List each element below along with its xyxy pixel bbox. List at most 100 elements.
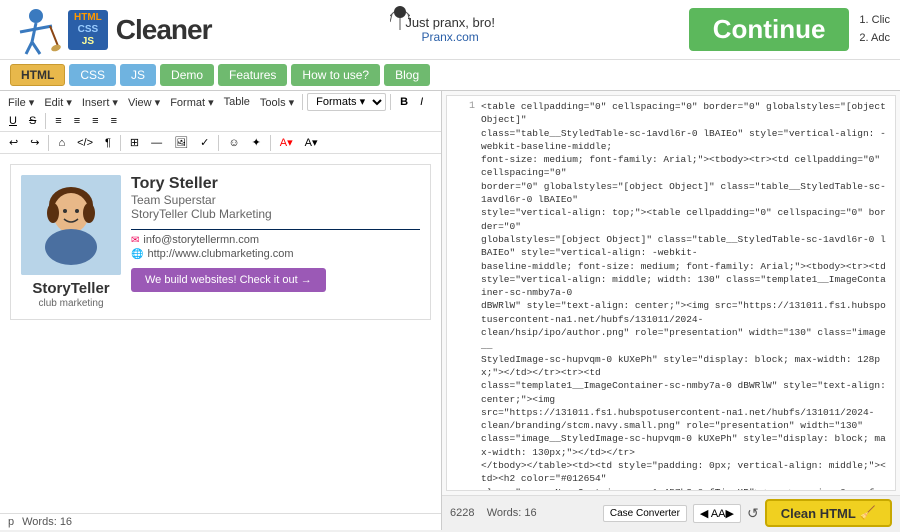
spider-decoration [390,2,410,33]
website-row: 🌐 http://www.clubmarketing.com [131,248,420,260]
css-label: CSS [78,24,99,36]
left-panel: File ▾ Edit ▾ Insert ▾ View ▾ Format ▾ T… [0,91,442,530]
menu-edit[interactable]: Edit ▾ [40,95,76,110]
menu-view[interactable]: View ▾ [124,95,164,110]
cta-button[interactable]: We build websites! Check it out → [131,268,326,292]
toolbar-sep3 [45,113,46,129]
tb-align-center[interactable]: ≡ [69,113,85,129]
continue-button[interactable]: Continue [689,8,850,51]
nav-features[interactable]: Features [218,64,287,86]
editor-content[interactable]: StoryTeller club marketing Tory Steller … [0,154,441,513]
email-icon: ✉ [131,235,139,246]
toolbar-sep2 [390,94,391,110]
website-icon: 🌐 [131,249,143,260]
word-count-label: 6228 Words: 16 [450,507,537,519]
logo-text-badge: HTML CSS JS [68,10,108,50]
tb-emoji[interactable]: ☺ [223,135,244,151]
nav-howto[interactable]: How to use? [291,64,380,86]
tb-image[interactable]: 🖼 [169,134,193,151]
line-num-display: 6228 [450,507,474,519]
banner-center: Just pranx, bro! Pranx.com [212,15,689,44]
nav-css[interactable]: CSS [69,64,116,86]
tb-special[interactable]: ✦ [247,134,266,151]
refresh-button[interactable]: ↺ [747,505,759,522]
code-line-1: 1 <table cellpadding="0" cellspacing="0"… [451,100,891,491]
card-info: Tory Steller Team Superstar StoryTeller … [131,175,420,309]
line-number-1: 1 [451,100,475,491]
toolbar-sep7 [270,135,271,151]
menu-format[interactable]: Format ▾ [166,95,217,110]
html-label: HTML [74,12,102,24]
footer-tools: Case Converter ◀ AA▶ ↺ Clean HTML 🧹 [603,499,892,527]
tb-bgcolor[interactable]: A▾ [300,134,323,151]
right-panel: 1 <table cellpadding="0" cellspacing="0"… [442,91,900,530]
side-notes: 1. Clic 2. Adc [859,12,890,47]
clean-html-button[interactable]: Clean HTML 🧹 [765,499,892,527]
person-company: StoryTeller Club Marketing [131,207,420,221]
nav-js[interactable]: JS [120,64,156,86]
tb-hr[interactable]: — [146,135,167,151]
nav-bar: HTML CSS JS Demo Features How to use? Bl… [0,60,900,91]
tb-underline[interactable]: U [4,113,22,129]
toolbar-sep6 [218,135,219,151]
js-label: JS [82,36,94,48]
avatar-column: StoryTeller club marketing [21,175,121,309]
tb-home[interactable]: ⌂ [53,135,70,151]
clean-html-label: Clean HTML [781,506,856,521]
logo-figure-icon [10,4,62,56]
fonts-dropdown[interactable]: Formats ▾ [307,93,386,111]
tb-check[interactable]: ✓ [195,134,214,151]
wysiwyg-card: StoryTeller club marketing Tory Steller … [10,164,431,320]
line-content-1: <table cellpadding="0" cellspacing="0" b… [481,100,891,491]
tb-table[interactable]: ⊞ [125,134,144,151]
broom-icon: 🧹 [860,505,876,521]
tb-undo[interactable]: ↩ [4,134,23,151]
menu-file[interactable]: File ▾ [4,95,38,110]
word-count: Words: 16 [22,516,72,528]
promo-text: Just pranx, bro! [212,15,689,30]
toolbar-menus: File ▾ Edit ▾ Insert ▾ View ▾ Format ▾ T… [0,91,441,132]
brand-sub: club marketing [32,298,109,309]
nav-html[interactable]: HTML [10,64,65,86]
toolbar-icons: ↩ ↪ ⌂ </> ¶ ⊞ — 🖼 ✓ ☺ ✦ A▾ A▾ [0,132,441,154]
tb-source[interactable]: </> [72,135,98,151]
email-text: info@storytellermn.com [143,234,259,246]
menu-table[interactable]: Table [220,95,254,109]
nav-blog[interactable]: Blog [384,64,430,86]
website-text: http://www.clubmarketing.com [147,248,293,260]
case-converter-button[interactable]: Case Converter [603,505,687,522]
editor-area: File ▾ Edit ▾ Insert ▾ View ▾ Format ▾ T… [0,91,900,530]
tb-align-right[interactable]: ≡ [87,113,103,129]
card-inner: StoryTeller club marketing Tory Steller … [21,175,420,309]
paragraph-indicator: p [8,516,14,528]
editor-footer: p Words: 16 [0,513,441,530]
tb-bold[interactable]: B [395,94,413,110]
tb-color[interactable]: A▾ [275,134,298,151]
toolbar-sep4 [48,135,49,151]
tb-paragraph[interactable]: ¶ [100,135,116,151]
avatar-image [21,175,121,275]
toolbar-sep [302,94,303,110]
logo-name: Cleaner [116,14,212,46]
code-footer: 6228 Words: 16 Case Converter ◀ AA▶ ↺ Cl… [442,495,900,530]
nav-demo[interactable]: Demo [160,64,214,86]
words-display: Words: 16 [487,507,537,519]
tb-redo[interactable]: ↪ [25,134,44,151]
person-title: Team Superstar [131,193,420,207]
person-name: Tory Steller [131,175,420,193]
brand-storyteller: StoryTeller [32,281,109,298]
top-banner: HTML CSS JS Cleaner Just pranx, bro! Pra… [0,0,900,60]
tb-strikethrough[interactable]: S [24,113,41,129]
code-area[interactable]: 1 <table cellpadding="0" cellspacing="0"… [446,95,896,491]
toolbar-sep5 [120,135,121,151]
menu-insert[interactable]: Insert ▾ [78,95,122,110]
promo-link[interactable]: Pranx.com [212,30,689,44]
brand-logo: StoryTeller club marketing [32,281,109,309]
email-row: ✉ info@storytellermn.com [131,234,420,246]
logo-area: HTML CSS JS Cleaner [10,4,212,56]
tb-align-justify[interactable]: ≡ [106,113,122,129]
tb-align-left[interactable]: ≡ [50,113,66,129]
tb-italic[interactable]: I [415,94,428,110]
menu-tools[interactable]: Tools ▾ [256,95,298,110]
aaa-button[interactable]: ◀ AA▶ [693,504,741,523]
